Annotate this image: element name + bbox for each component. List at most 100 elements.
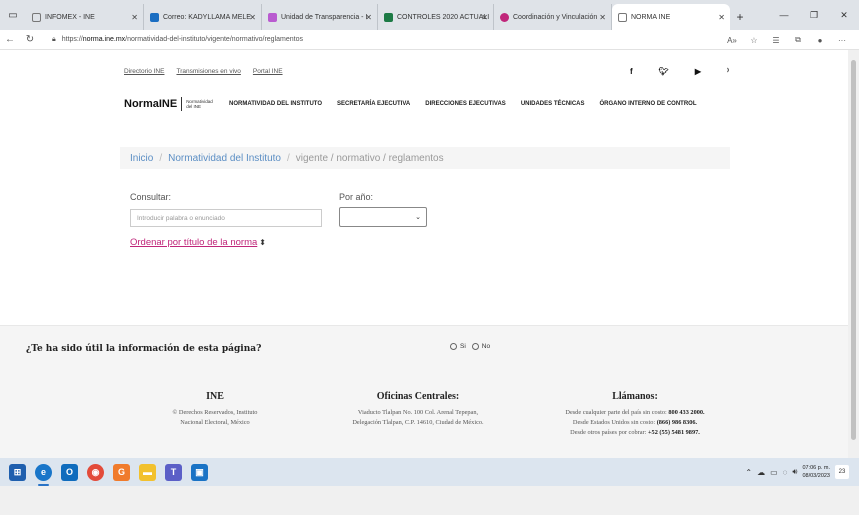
footer-oficinas-title: Oficinas Centrales: — [376, 391, 460, 402]
footer-line: Nacional Electoral, México — [180, 419, 250, 426]
breadcrumb-section[interactable]: Normatividad del Instituto — [168, 153, 281, 164]
footer-line: © Derechos Reservados, Instituto — [172, 409, 258, 416]
footer-oficinas-text: Viaducto Tlalpan No. 100 Col. Arenal Tep… — [323, 408, 513, 428]
address-bar-actions: A» ☆ ☰ ⧉ ● ··· — [721, 30, 853, 50]
page-scrollbar[interactable] — [848, 50, 859, 458]
tab-coordinacion[interactable]: Coordinación y Vinculación ✕ — [494, 4, 612, 30]
teams-icon[interactable]: T — [165, 463, 182, 481]
onedrive-icon[interactable]: ☁ — [757, 468, 765, 477]
url-field[interactable]: 🔒︎ https://norma.ine.mx/normatividad-del… — [52, 36, 303, 44]
back-icon[interactable]: ← — [0, 34, 20, 45]
nav-organo[interactable]: ÓRGANO INTERNO DE CONTROL — [599, 101, 696, 107]
taskbar: ⊞ e O ◉ G ▬ T ▣ ⌃ ☁ ▭ ◌ 🔊︎ 07:06 p. m. 0… — [0, 458, 859, 486]
favorites-icon[interactable]: ☰ — [765, 36, 787, 45]
radio-icon — [450, 343, 457, 350]
footer-ine: INE © Derechos Reservados, Instituto Naci… — [140, 391, 290, 428]
social-links: f 🐦︎ ▶ ⁾ — [630, 67, 729, 76]
excel-icon — [384, 12, 393, 22]
scrollbar-thumb[interactable] — [851, 60, 856, 440]
tab-transparencia[interactable]: Unidad de Transparencia - I ✕ — [262, 4, 378, 30]
close-icon[interactable]: ✕ — [599, 13, 606, 22]
nav-direcciones[interactable]: DIRECCIONES EJECUTIVAS — [425, 101, 506, 107]
profile-icon[interactable]: ● — [809, 36, 831, 45]
footer-llamanos: Llámanos: Desde cualquier parte del país… — [535, 391, 735, 438]
close-icon[interactable]: ✕ — [249, 13, 256, 22]
close-icon[interactable]: ✕ — [481, 13, 488, 22]
search-input[interactable]: Introducir palabra o enunciado — [130, 209, 322, 227]
top-links: Directorio INE Transmisiones en vivo Por… — [124, 68, 283, 75]
page-icon — [32, 12, 41, 22]
transmisiones-link[interactable]: Transmisiones en vivo — [176, 68, 240, 75]
outlook-icon[interactable]: ▣ — [191, 463, 208, 481]
tab-infomex[interactable]: INFOMEX - INE ✕ — [26, 4, 144, 30]
close-icon[interactable]: ✕ — [365, 13, 372, 22]
outlook-icon — [150, 12, 159, 22]
edge-icon[interactable]: e — [35, 463, 52, 486]
directorio-link[interactable]: Directorio INE — [124, 68, 164, 75]
phone-number[interactable]: 800 433 2000. — [668, 409, 704, 416]
chevron-down-icon: ⌄ — [415, 214, 421, 221]
tab-correo[interactable]: Correo: KADYLLAMA MELE ✕ — [144, 4, 262, 30]
clock-time: 07:06 p. m. — [802, 465, 830, 471]
breadcrumb-home[interactable]: Inicio — [130, 153, 153, 164]
footer-line: Desde Estados Unidos sin costo: — [572, 419, 656, 426]
favorite-add-icon[interactable]: ☆ — [743, 36, 765, 45]
windows-start-icon[interactable]: ⊞ — [9, 463, 26, 481]
page-content: Directorio INE Transmisiones en vivo Por… — [0, 50, 848, 458]
feedback-yes-radio[interactable]: Si — [450, 343, 466, 350]
portal-link[interactable]: Portal INE — [253, 68, 283, 75]
window-controls: — ❐ ✕ — [769, 0, 859, 30]
app-icon[interactable]: G — [113, 463, 130, 481]
footer-line: Viaducto Tlalpan No. 100 Col. Arenal Tep… — [357, 409, 479, 416]
nav-secretaria[interactable]: SECRETARÍA EJECUTIVA — [337, 101, 410, 107]
lock-icon[interactable]: 🔒︎ — [52, 36, 56, 44]
footer-line: Desde cualquier parte del país sin costo… — [565, 409, 667, 416]
collections-icon[interactable]: ⧉ — [787, 35, 809, 45]
close-icon[interactable]: ✕ — [131, 13, 138, 22]
notification-icon[interactable]: 23 — [835, 465, 849, 479]
footer-oficinas: Oficinas Centrales: Viaducto Tlalpan No.… — [323, 391, 513, 428]
feedback-no-label: No — [481, 343, 491, 351]
tab-norma-ine[interactable]: NORMA INE ✕ — [612, 4, 730, 30]
tab-controles[interactable]: CONTROLES 2020 ACTUALI ✕ — [378, 4, 494, 30]
refresh-icon[interactable]: ↻ — [20, 34, 40, 45]
tab-title: NORMA INE — [631, 13, 671, 21]
volume-icon[interactable]: 🔊︎ — [792, 467, 797, 477]
youtube-icon[interactable]: ▶ — [695, 67, 701, 76]
tab-actions-icon[interactable]: ▭ — [0, 0, 26, 30]
close-icon[interactable]: ✕ — [718, 13, 725, 22]
address-bar: ← ↻ 🔒︎ https://norma.ine.mx/normatividad… — [0, 30, 859, 50]
close-window-icon[interactable]: ✕ — [829, 0, 859, 30]
phone-number[interactable]: +52 (55) 5481 9897. — [648, 429, 700, 436]
tab-title: Unidad de Transparencia - I — [281, 13, 368, 21]
footer-ine-title: INE — [206, 391, 224, 402]
more-icon[interactable]: ··· — [831, 36, 853, 45]
brand-logo[interactable]: NormaINE Normatividad del INE — [124, 97, 213, 111]
nav-unidades[interactable]: UNIDADES TÉCNICAS — [521, 101, 585, 107]
radio-icon — [471, 343, 479, 350]
tab-title: Correo: KADYLLAMA MELE — [163, 13, 251, 21]
feedback-no-radio[interactable]: No — [471, 343, 491, 351]
clock[interactable]: 07:06 p. m. 08/03/2023 — [802, 464, 830, 480]
new-tab-button[interactable]: + — [730, 4, 750, 30]
screen: ▭ INFOMEX - INE ✕ Correo: KADYLLAMA MELE… — [0, 0, 859, 486]
rss-icon[interactable]: ⁾ — [727, 67, 729, 76]
breadcrumb: Inicio / Normatividad del Instituto / vi… — [120, 147, 730, 169]
twitter-icon[interactable]: 🐦︎ — [659, 67, 669, 76]
nav-normatividad[interactable]: NORMATIVIDAD DEL INSTITUTO — [229, 101, 322, 107]
outlook-icon[interactable]: O — [61, 463, 78, 481]
file-explorer-icon[interactable]: ▬ — [139, 463, 156, 481]
restore-icon[interactable]: ❐ — [799, 0, 829, 30]
network-icon[interactable]: ◌ — [783, 468, 788, 477]
facebook-icon[interactable]: f — [630, 67, 633, 76]
year-select[interactable]: ⌄ — [339, 207, 427, 227]
battery-icon[interactable]: ▭ — [770, 468, 778, 477]
sort-by-title-link[interactable]: Ordenar por título de la norma ⬍ — [130, 237, 266, 248]
phone-number[interactable]: (866) 986 8306. — [657, 419, 697, 426]
chrome-icon[interactable]: ◉ — [87, 463, 104, 481]
ine-icon — [500, 12, 509, 22]
read-aloud-icon[interactable]: A» — [721, 36, 743, 45]
chevron-up-icon[interactable]: ⌃ — [745, 468, 752, 477]
tab-title: CONTROLES 2020 ACTUALI — [397, 13, 490, 21]
minimize-icon[interactable]: — — [769, 0, 799, 30]
